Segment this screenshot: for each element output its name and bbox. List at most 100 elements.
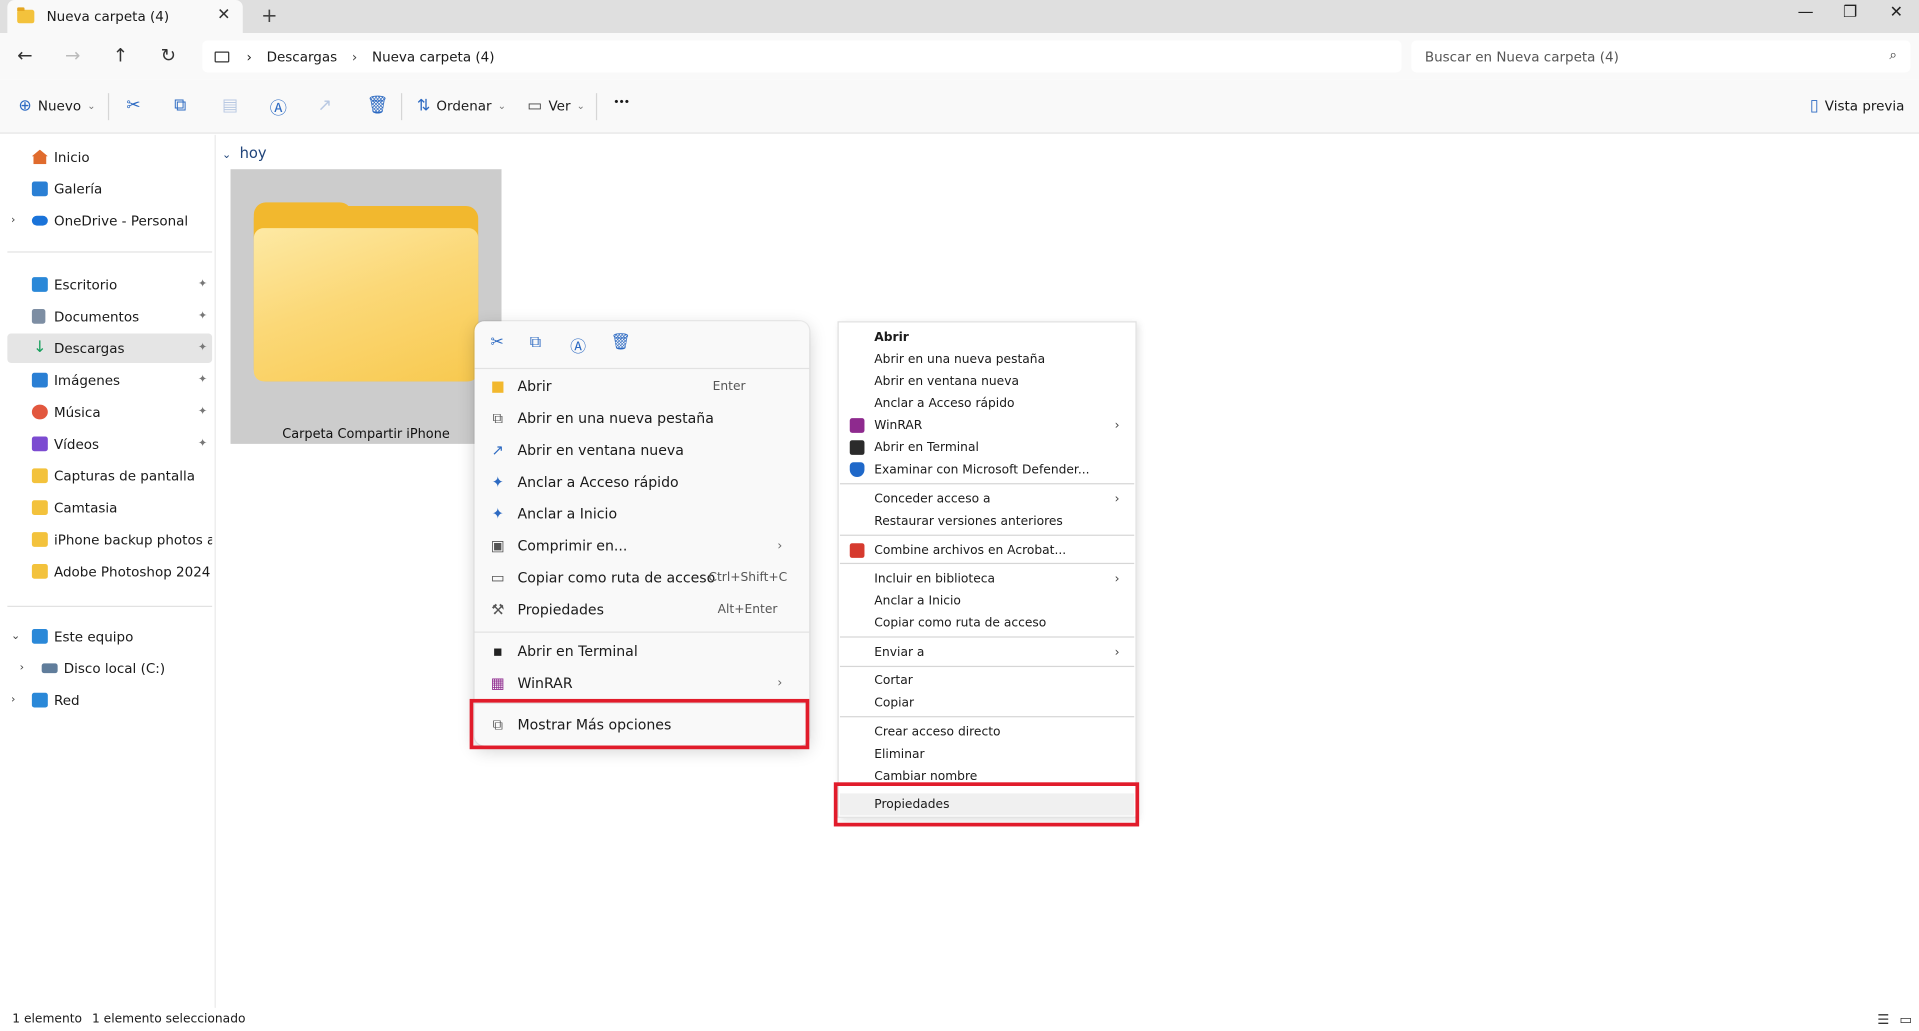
drive-icon [41, 663, 58, 674]
classic-menu-item-defender[interactable]: Examinar con Microsoft Defender... [840, 459, 1134, 481]
tab-nueva-carpeta[interactable]: Nueva carpeta (4) ✕ [7, 0, 243, 34]
maximize-button[interactable]: ❐ [1843, 4, 1857, 22]
refresh-button[interactable]: ↻ [161, 44, 176, 66]
menu-item-label: Comprimir en... [517, 537, 628, 555]
delete-icon[interactable]: 🗑 [611, 334, 631, 352]
sidebar-item-escritorio[interactable]: Escritorio ✦ [7, 270, 212, 299]
paste-icon[interactable]: ▤ [222, 96, 238, 116]
menu-item-winrar[interactable]: ▦ WinRAR › [484, 667, 799, 699]
pin-icon[interactable]: ✦ [198, 374, 207, 386]
sidebar-item-videos[interactable]: Vídeos ✦ [7, 429, 212, 458]
folder-item[interactable]: Carpeta Compartir iPhone [230, 169, 502, 444]
sort-button[interactable]: ⇅ Ordenar ⌄ [417, 97, 506, 115]
pin-icon[interactable]: ✦ [198, 438, 207, 450]
more-options-button[interactable]: ••• [613, 97, 630, 109]
address-bar[interactable]: › Descargas › Nueva carpeta (4) [202, 40, 1402, 73]
acrobat-icon [849, 543, 865, 558]
delete-icon[interactable]: 🗑 [367, 96, 389, 116]
menu-item-nueva-pestana[interactable]: ⧉ Abrir en una nueva pestaña [484, 402, 799, 434]
sidebar-item-imagenes[interactable]: Imágenes ✦ [7, 365, 212, 394]
pin-icon[interactable]: ✦ [198, 310, 207, 322]
breadcrumb-descargas[interactable]: Descargas [267, 48, 338, 64]
sidebar-item-label: Este equipo [53, 628, 134, 645]
classic-menu-item-restaurar[interactable]: Restaurar versiones anteriores [840, 510, 1134, 532]
sidebar-item-photoshop[interactable]: Adobe Photoshop 2024 (v25.1 [7, 557, 212, 586]
menu-divider [839, 534, 1135, 536]
classic-menu-item-ventana-nueva[interactable]: Abrir en ventana nueva [840, 370, 1134, 392]
pin-icon[interactable]: ✦ [198, 342, 207, 354]
search-input[interactable]: Buscar en Nueva carpeta (4) ⌕ [1411, 40, 1911, 73]
rename-icon[interactable]: Ⓐ [570, 334, 586, 356]
cut-icon[interactable]: ✂ [490, 334, 503, 352]
back-button[interactable]: ← [17, 44, 32, 66]
copy-icon[interactable]: ⧉ [530, 334, 541, 352]
menu-item-propiedades[interactable]: ⚒ Propiedades Alt+Enter [484, 593, 799, 625]
forward-button[interactable]: → [65, 44, 80, 66]
breadcrumb-nueva-carpeta[interactable]: Nueva carpeta (4) [372, 48, 495, 64]
new-button[interactable]: ⊕ Nuevo ⌄ [18, 97, 95, 115]
preview-pane-button[interactable]: ▯ Vista previa [1810, 97, 1905, 115]
expand-icon[interactable]: › [11, 215, 15, 227]
menu-item-label: Anclar a Inicio [874, 594, 961, 608]
classic-menu-item-acrobat[interactable]: Combine archivos en Acrobat... [840, 540, 1134, 562]
expand-icon[interactable]: › [11, 694, 15, 706]
sidebar-item-onedrive[interactable]: › OneDrive - Personal [7, 206, 212, 235]
copy-icon[interactable]: ⧉ [174, 96, 186, 116]
pin-icon[interactable]: ✦ [198, 278, 207, 290]
menu-item-comprimir[interactable]: ▣ Comprimir en... › [484, 530, 799, 562]
new-label: Nuevo [37, 98, 82, 115]
pin-icon: ✦ [491, 473, 505, 491]
classic-menu-item-abrir[interactable]: Abrir [840, 326, 1134, 348]
close-window-button[interactable]: ✕ [1890, 4, 1903, 22]
classic-menu-item-winrar[interactable]: WinRAR › [840, 414, 1134, 436]
classic-menu-item-eliminar[interactable]: Eliminar [840, 743, 1134, 765]
chevron-right-icon: › [1114, 572, 1120, 586]
expand-icon[interactable]: › [20, 662, 24, 674]
close-tab-icon[interactable]: ✕ [217, 6, 230, 24]
classic-menu-item-cortar[interactable]: Cortar [840, 670, 1134, 692]
classic-menu-item-conceder-acceso[interactable]: Conceder acceso a › [840, 488, 1134, 510]
sidebar-item-disco-local[interactable]: › Disco local (C:) [7, 654, 212, 683]
new-tab-icon: ⧉ [492, 408, 504, 427]
sidebar-item-iphone-backup[interactable]: iPhone backup photos and vid [7, 525, 212, 554]
rename-icon[interactable]: Ⓐ [270, 96, 287, 121]
view-button[interactable]: ▭ Ver ⌄ [527, 97, 585, 115]
classic-menu-item-copiar-ruta[interactable]: Copiar como ruta de acceso [840, 612, 1134, 634]
classic-menu-item-anclar-inicio[interactable]: Anclar a Inicio [840, 590, 1134, 612]
sidebar-item-label: Galería [53, 180, 103, 197]
collapse-icon[interactable]: ⌄ [11, 630, 20, 642]
classic-menu-item-terminal[interactable]: Abrir en Terminal [840, 437, 1134, 459]
classic-menu-item-nueva-pestana[interactable]: Abrir en una nueva pestaña [840, 348, 1134, 370]
minimize-button[interactable]: — [1798, 4, 1814, 22]
sidebar-item-red[interactable]: › Red [7, 685, 212, 714]
sidebar-item-capturas[interactable]: Capturas de pantalla [7, 461, 212, 490]
menu-item-anclar-inicio[interactable]: ✦ Anclar a Inicio [484, 498, 799, 530]
up-button[interactable]: ↑ [113, 44, 128, 66]
group-header-hoy[interactable]: ⌄ hoy [222, 145, 267, 162]
sidebar-item-camtasia[interactable]: Camtasia [7, 493, 212, 522]
menu-item-ventana-nueva[interactable]: ↗ Abrir en ventana nueva [484, 434, 799, 466]
share-icon[interactable]: ↗ [318, 96, 332, 116]
computer-icon [214, 50, 230, 62]
details-view-icon[interactable]: ☰ [1877, 1012, 1889, 1028]
sidebar-item-inicio[interactable]: Inicio [7, 142, 212, 171]
sidebar-item-musica[interactable]: Música ✦ [7, 397, 212, 426]
cut-icon[interactable]: ✂ [126, 96, 140, 116]
classic-menu-item-biblioteca[interactable]: Incluir en biblioteca › [840, 568, 1134, 590]
new-tab-button[interactable]: + [261, 4, 277, 27]
menu-item-anclar-acceso[interactable]: ✦ Anclar a Acceso rápido [484, 466, 799, 498]
classic-menu-item-enviar-a[interactable]: Enviar a › [840, 641, 1134, 663]
pin-icon[interactable]: ✦ [198, 406, 207, 418]
menu-item-copiar-ruta[interactable]: ▭ Copiar como ruta de acceso Ctrl+Shift+… [484, 562, 799, 594]
classic-menu-item-anclar-acceso[interactable]: Anclar a Acceso rápido [840, 392, 1134, 414]
sidebar-item-documentos[interactable]: Documentos ✦ [7, 302, 212, 331]
sidebar-item-descargas[interactable]: ↓ Descargas ✦ [7, 333, 213, 363]
menu-item-label: Conceder acceso a [874, 492, 991, 506]
menu-item-terminal[interactable]: ▪ Abrir en Terminal [484, 635, 799, 667]
menu-item-abrir[interactable]: ■ Abrir Enter [484, 370, 799, 402]
sidebar-item-este-equipo[interactable]: ⌄ Este equipo [7, 622, 212, 651]
sidebar-item-galeria[interactable]: Galería [7, 174, 212, 203]
classic-menu-item-crear-acceso[interactable]: Crear acceso directo [840, 721, 1134, 743]
classic-menu-item-copiar[interactable]: Copiar [840, 692, 1134, 714]
tiles-view-icon[interactable]: ▭ [1899, 1012, 1912, 1028]
